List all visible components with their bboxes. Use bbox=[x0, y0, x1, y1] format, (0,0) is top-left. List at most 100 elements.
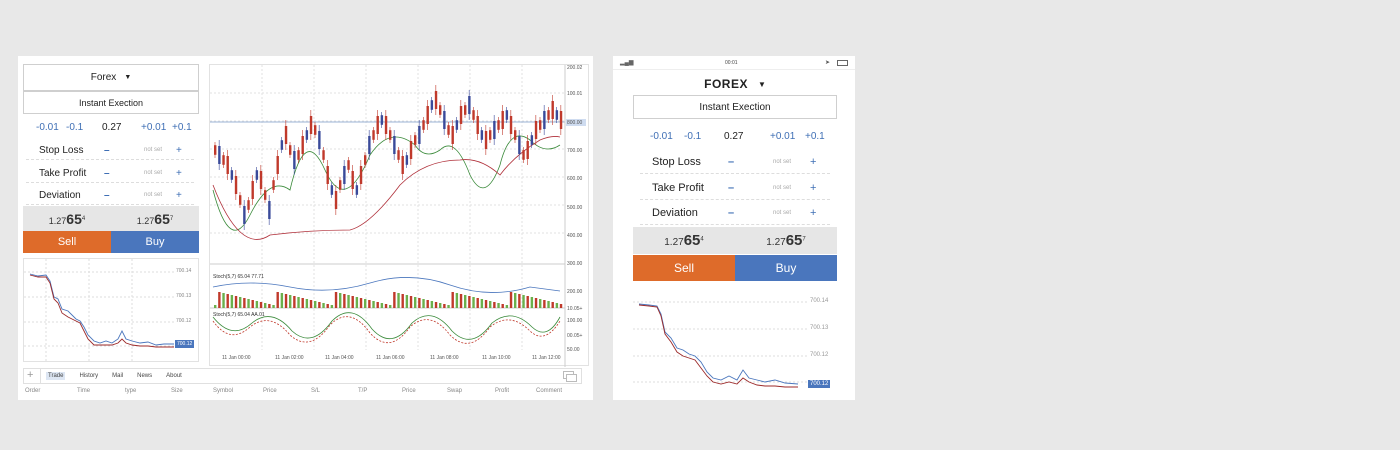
volume-value[interactable]: 0.27 bbox=[102, 122, 121, 133]
volume-bar bbox=[289, 295, 292, 308]
mobile-stop-loss-plus-button[interactable]: + bbox=[810, 156, 816, 168]
volume-bar bbox=[509, 292, 513, 308]
mobile-take-profit-minus-button[interactable]: – bbox=[728, 182, 734, 194]
volume-bar bbox=[359, 298, 363, 308]
volume-bar bbox=[393, 292, 396, 308]
col-order: Order bbox=[25, 388, 41, 394]
mobile-bid-price: 1.27654 bbox=[664, 232, 704, 249]
deviation-row: Deviation – not set + bbox=[26, 186, 194, 205]
mobile-mini-current-price: 700.12 bbox=[808, 380, 831, 388]
mobile-sell-button[interactable]: Sell bbox=[633, 255, 735, 281]
time-tick-2: 11 Jan 02:00 bbox=[275, 355, 304, 361]
candle-body bbox=[347, 160, 350, 170]
candle-body bbox=[530, 135, 534, 145]
candle-body bbox=[259, 171, 263, 189]
main-chart[interactable]: 200.02 100.01 800.00 700.00 600.00 500.0… bbox=[209, 64, 589, 367]
candle-body bbox=[414, 135, 417, 145]
volume-bar bbox=[493, 302, 496, 308]
candle-body bbox=[501, 111, 504, 129]
stop-loss-minus-button[interactable]: – bbox=[104, 145, 110, 156]
candle-body bbox=[322, 150, 325, 160]
deviation-plus-button[interactable]: + bbox=[176, 190, 182, 201]
candle-body bbox=[230, 170, 234, 180]
mobile-volume-minus-small[interactable]: -0.01 bbox=[650, 131, 673, 142]
take-profit-value[interactable]: not set bbox=[144, 170, 162, 176]
stoch2-tick-1: 100.00 bbox=[567, 318, 583, 324]
volume-minus-small[interactable]: -0.01 bbox=[36, 122, 59, 133]
volume-bar bbox=[555, 303, 559, 308]
mobile-deviation-plus-button[interactable]: + bbox=[810, 207, 816, 219]
volume-bar bbox=[276, 292, 279, 308]
mobile-stop-loss-minus-button[interactable]: – bbox=[728, 156, 734, 168]
symbol-selector[interactable]: Forex ▼ bbox=[23, 64, 199, 91]
take-profit-plus-button[interactable]: + bbox=[176, 168, 182, 179]
candle-body bbox=[255, 170, 259, 180]
col-tp: T/P bbox=[358, 388, 368, 394]
quote-band: 1.27654 1.27657 bbox=[23, 206, 199, 231]
stop-loss-plus-button[interactable]: + bbox=[176, 145, 182, 156]
volume-bar bbox=[384, 304, 388, 308]
mobile-volume-minus-large[interactable]: -0.1 bbox=[684, 131, 701, 142]
mobile-deviation-label: Deviation bbox=[652, 207, 698, 219]
volume-bar bbox=[434, 302, 438, 308]
mobile-buy-button[interactable]: Buy bbox=[735, 255, 837, 281]
stop-loss-value[interactable]: not set bbox=[144, 147, 162, 153]
price-tick-3: 800.00 bbox=[567, 120, 583, 126]
time-tick-5: 11 Jan 08:00 bbox=[430, 355, 459, 361]
volume-bar bbox=[239, 297, 242, 308]
mobile-execution-mode-label: Instant Exection bbox=[699, 101, 771, 113]
mobile-symbol-selector[interactable]: FOREX ▼ bbox=[633, 74, 837, 94]
volume-bar bbox=[426, 300, 429, 308]
volume-minus-large[interactable]: -0.1 bbox=[66, 122, 83, 133]
signal-icon: ▂▄▆ bbox=[620, 60, 634, 66]
mobile-take-profit-value[interactable]: not set bbox=[773, 185, 791, 191]
execution-mode[interactable]: Instant Exection bbox=[23, 91, 199, 114]
tab-history[interactable]: History bbox=[79, 373, 98, 379]
buy-button[interactable]: Buy bbox=[111, 231, 199, 253]
mobile-mini-tick-1: 700.14 bbox=[810, 298, 829, 304]
volume-plus-large[interactable]: +0.1 bbox=[172, 122, 192, 133]
volume-bar bbox=[330, 305, 334, 308]
deviation-value[interactable]: not set bbox=[144, 192, 162, 198]
tab-about[interactable]: About bbox=[166, 373, 182, 379]
mobile-take-profit-plus-button[interactable]: + bbox=[810, 182, 816, 194]
mobile-volume-value[interactable]: 0.27 bbox=[724, 131, 743, 142]
stoch2-tick-3: 50.00 bbox=[567, 347, 580, 353]
symbol-label: Forex bbox=[90, 72, 117, 83]
candle-body bbox=[526, 141, 529, 159]
candle-body bbox=[430, 100, 434, 110]
take-profit-minus-button[interactable]: – bbox=[104, 168, 110, 179]
volume-bar bbox=[468, 296, 471, 308]
mobile-deviation-minus-button[interactable]: – bbox=[728, 207, 734, 219]
deviation-minus-button[interactable]: – bbox=[104, 190, 110, 201]
tab-news[interactable]: News bbox=[137, 373, 152, 379]
volume-plus-small[interactable]: +0.01 bbox=[141, 122, 166, 133]
volume-bar bbox=[339, 293, 342, 308]
candle-body bbox=[476, 116, 479, 134]
mobile-mini-chart: 700.14 700.13 700.12 700.12 bbox=[633, 292, 837, 394]
candle-body bbox=[218, 146, 221, 164]
mobile-deviation-value[interactable]: not set bbox=[773, 210, 791, 216]
volume-bar bbox=[418, 298, 421, 308]
candle-body bbox=[214, 145, 217, 155]
sell-button[interactable]: Sell bbox=[23, 231, 111, 253]
mobile-execution-mode[interactable]: Instant Exection bbox=[633, 95, 837, 119]
candle-body bbox=[447, 125, 450, 135]
mobile-volume-plus-small[interactable]: +0.01 bbox=[770, 131, 795, 142]
tab-trade[interactable]: Trade bbox=[46, 372, 66, 380]
mobile-stop-loss-value[interactable]: not set bbox=[773, 159, 791, 165]
candle-body bbox=[251, 181, 254, 199]
tab-mail[interactable]: Mail bbox=[112, 373, 123, 379]
candle-body bbox=[543, 111, 546, 129]
add-tab-button[interactable]: + bbox=[27, 369, 33, 381]
candle-body bbox=[439, 105, 442, 115]
volume-bar bbox=[318, 302, 321, 308]
candle-body bbox=[222, 155, 225, 165]
mobile-volume-plus-large[interactable]: +0.1 bbox=[805, 131, 825, 142]
candle-body bbox=[380, 115, 384, 125]
col-type: type bbox=[125, 388, 137, 394]
time-tick-3: 11 Jan 04:00 bbox=[325, 355, 354, 361]
mini-tick-3: 700.12 bbox=[176, 318, 192, 324]
ask-price: 1.27657 bbox=[136, 210, 174, 227]
candle-body bbox=[522, 150, 525, 160]
